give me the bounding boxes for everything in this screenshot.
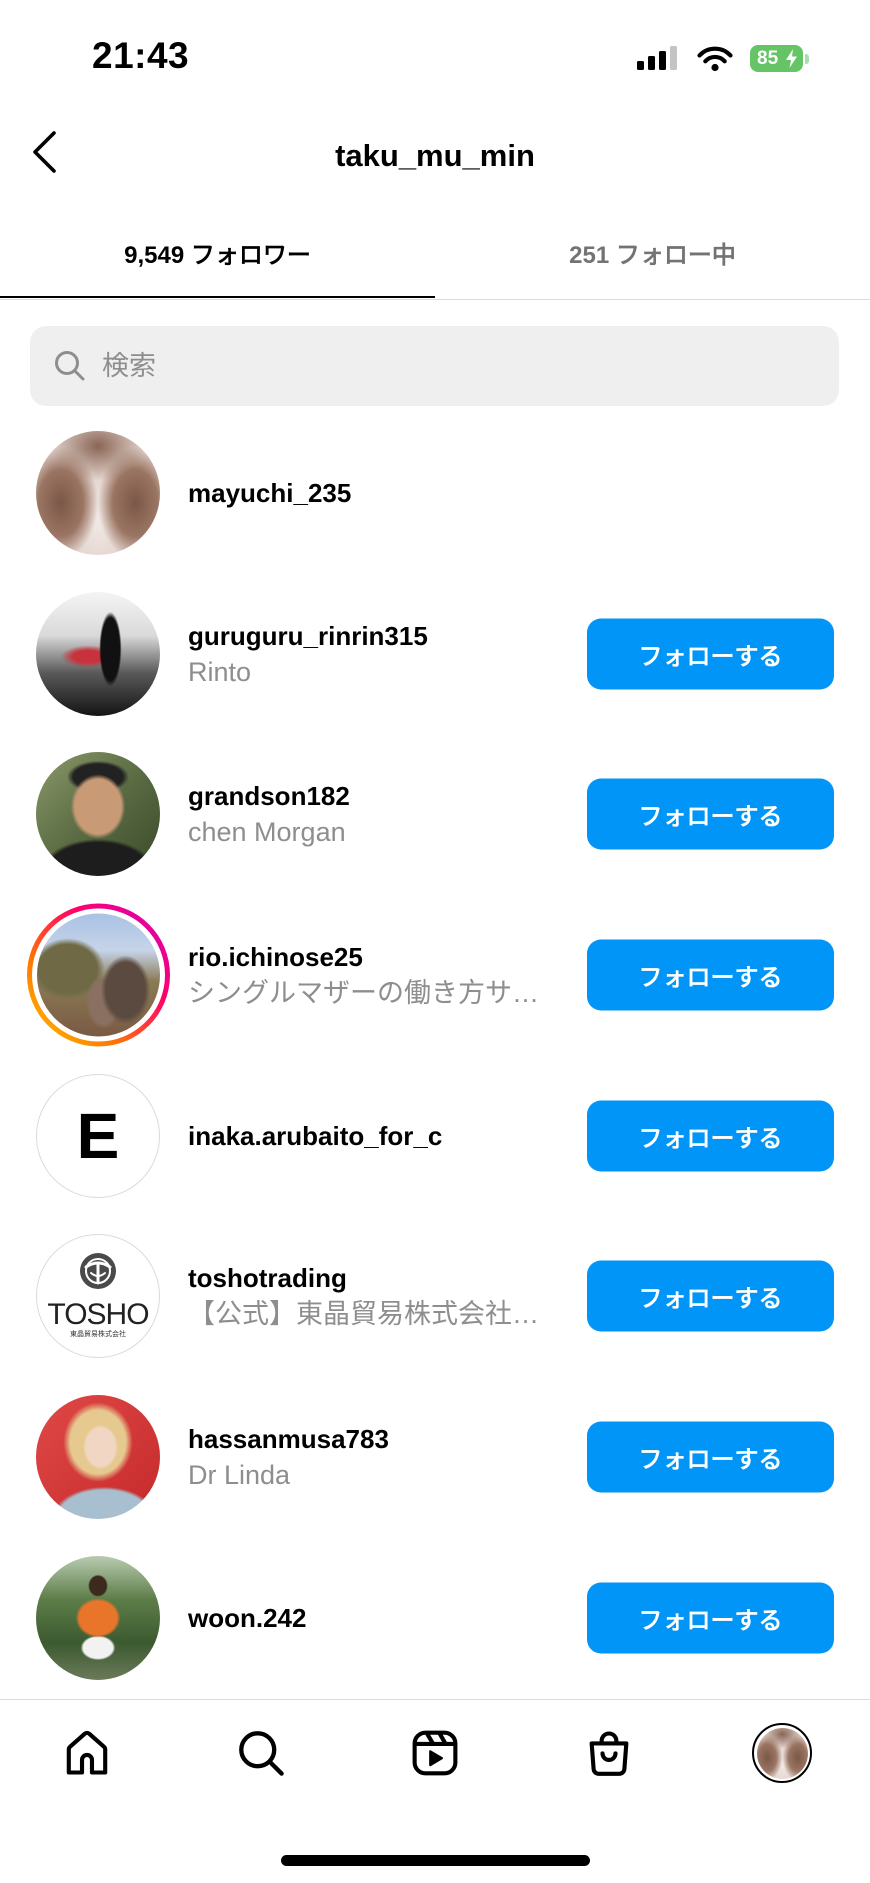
user-info[interactable]: inaka.arubaito_for_c bbox=[188, 1118, 573, 1154]
follow-button[interactable]: フォローする bbox=[587, 939, 834, 1011]
follow-button[interactable]: フォローする bbox=[587, 778, 834, 850]
divider bbox=[0, 299, 870, 300]
avatar[interactable] bbox=[36, 1395, 160, 1520]
list-item[interactable]: E inaka.arubaito_for_c フォローする bbox=[0, 1055, 870, 1216]
follower-list: mayuchi_235 guruguru_rinrin315 Rinto フォロ… bbox=[0, 413, 870, 1699]
list-item[interactable]: TOSHO 東晶貿易株式会社 toshotrading 【公式】東晶貿易株式会社… bbox=[0, 1216, 870, 1377]
battery-body: 85 bbox=[750, 45, 803, 72]
follow-button[interactable]: フォローする bbox=[587, 1100, 834, 1172]
avatar[interactable]: E bbox=[36, 1073, 160, 1198]
avatar[interactable] bbox=[36, 430, 160, 555]
full-name: Dr Linda bbox=[188, 1460, 291, 1491]
avatar[interactable] bbox=[36, 752, 160, 877]
nav-reels[interactable] bbox=[409, 1727, 461, 1779]
charging-bolt-icon bbox=[786, 49, 797, 68]
profile-avatar[interactable] bbox=[756, 1727, 808, 1779]
user-info[interactable]: hassanmusa783 Dr Linda bbox=[188, 1421, 573, 1493]
nav-profile-avatar[interactable] bbox=[752, 1723, 812, 1783]
list-item[interactable]: hassanmusa783 Dr Linda フォローする bbox=[0, 1377, 870, 1538]
list-item[interactable]: woon.242 フォローする bbox=[0, 1537, 870, 1698]
full-name: chen Morgan bbox=[188, 817, 346, 848]
user-info[interactable]: guruguru_rinrin315 Rinto bbox=[188, 618, 573, 690]
follow-button[interactable]: フォローする bbox=[587, 1260, 834, 1332]
logo-subtext: 東晶貿易株式会社 bbox=[70, 1331, 126, 1339]
user-info[interactable]: grandson182 chen Morgan bbox=[188, 778, 573, 850]
story-ring[interactable] bbox=[27, 903, 170, 1047]
user-info[interactable]: toshotrading 【公式】東晶貿易株式会社… bbox=[188, 1260, 573, 1332]
nav-home[interactable] bbox=[61, 1727, 113, 1779]
user-info[interactable]: rio.ichinose25 シングルマザーの働き方サ… bbox=[188, 939, 573, 1011]
nav-shop[interactable] bbox=[583, 1727, 635, 1779]
battery-nub bbox=[805, 54, 809, 64]
avatar[interactable] bbox=[36, 591, 160, 716]
username[interactable]: woon.242 bbox=[188, 1600, 573, 1636]
list-item[interactable]: rio.ichinose25 シングルマザーの働き方サ… フォローする bbox=[0, 895, 870, 1056]
nav-search[interactable] bbox=[235, 1727, 287, 1779]
reels-icon[interactable] bbox=[409, 1727, 461, 1779]
follow-button[interactable]: フォローする bbox=[587, 1421, 834, 1493]
search-icon bbox=[55, 351, 85, 381]
list-item[interactable]: grandson182 chen Morgan フォローする bbox=[0, 734, 870, 895]
tab-followers[interactable]: 9,549 フォロワー bbox=[0, 216, 435, 288]
battery-level: 85 bbox=[757, 48, 779, 69]
username[interactable]: grandson182 bbox=[188, 778, 573, 814]
avatar-letter: E bbox=[76, 1099, 120, 1172]
username[interactable]: guruguru_rinrin315 bbox=[188, 618, 573, 654]
battery-charging-icon: 85 bbox=[750, 45, 810, 73]
search-icon[interactable] bbox=[235, 1727, 287, 1779]
full-name: Rinto bbox=[188, 656, 252, 687]
shop-icon[interactable] bbox=[583, 1727, 635, 1779]
search-input[interactable] bbox=[102, 326, 822, 406]
username[interactable]: hassanmusa783 bbox=[188, 1421, 573, 1457]
username[interactable]: toshotrading bbox=[188, 1260, 573, 1296]
full-name: シングルマザーの働き方サ… bbox=[188, 978, 539, 1008]
list-item[interactable]: guruguru_rinrin315 Rinto フォローする bbox=[0, 573, 870, 734]
full-name: 【公式】東晶貿易株式会社… bbox=[188, 1299, 539, 1330]
chevron-left-icon[interactable] bbox=[28, 128, 62, 176]
logo-text: TOSHO bbox=[47, 1298, 149, 1332]
user-info[interactable]: mayuchi_235 bbox=[188, 475, 573, 511]
search-bar[interactable] bbox=[30, 326, 839, 406]
home-indicator[interactable] bbox=[281, 1855, 590, 1866]
tab-bar: 9,549 フォロワー 251 フォロー中 bbox=[0, 216, 870, 288]
wifi-icon bbox=[697, 46, 733, 72]
username[interactable]: inaka.arubaito_for_c bbox=[188, 1118, 573, 1154]
cellular-signal-icon bbox=[637, 46, 677, 70]
logo-emblem-icon bbox=[80, 1253, 116, 1290]
tab-following[interactable]: 251 フォロー中 bbox=[435, 216, 870, 288]
home-icon[interactable] bbox=[61, 1727, 113, 1779]
avatar[interactable] bbox=[32, 908, 165, 1042]
list-item[interactable]: mayuchi_235 bbox=[0, 413, 870, 574]
follow-button[interactable]: フォローする bbox=[587, 1582, 834, 1654]
user-info[interactable]: woon.242 bbox=[188, 1600, 573, 1636]
follow-button[interactable]: フォローする bbox=[587, 618, 834, 690]
username[interactable]: mayuchi_235 bbox=[188, 475, 573, 511]
status-time: 21:43 bbox=[92, 35, 190, 76]
page-title: taku_mu_min bbox=[335, 138, 535, 173]
username[interactable]: rio.ichinose25 bbox=[188, 939, 573, 975]
active-tab-indicator bbox=[0, 296, 435, 298]
avatar[interactable] bbox=[36, 1555, 160, 1680]
avatar[interactable]: TOSHO 東晶貿易株式会社 bbox=[36, 1234, 160, 1359]
